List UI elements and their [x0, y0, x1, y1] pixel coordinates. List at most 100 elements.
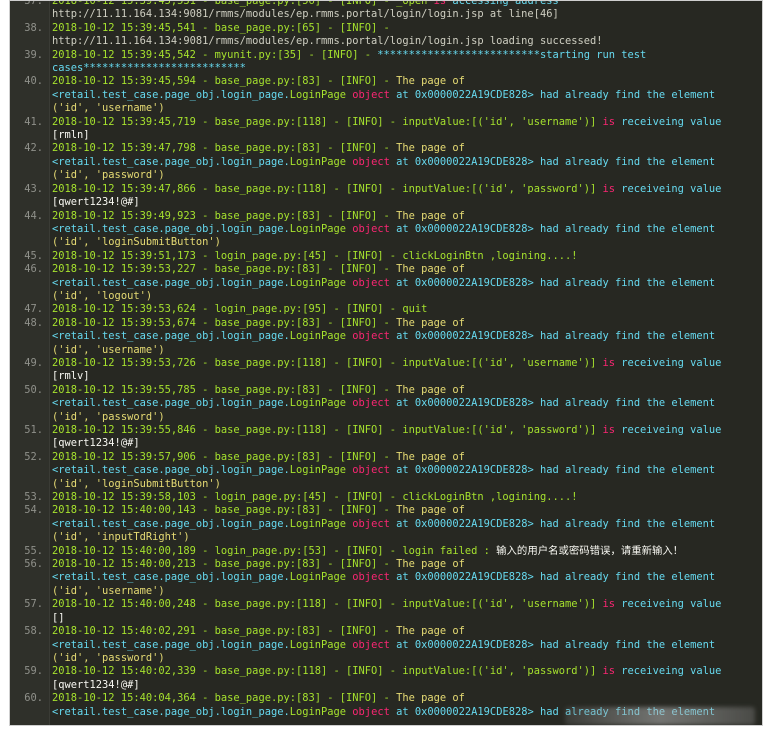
log-segment: receiveing value — [615, 115, 722, 128]
log-segment: object — [352, 276, 390, 289]
log-text: 2018-10-12 15:39:47,798 - base_page.py:[… — [49, 142, 762, 155]
log-line: ('id', 'loginSubmitButton') — [10, 478, 762, 491]
line-number — [10, 585, 49, 598]
log-line: <retail.test_case.page_obj.login_page.Lo… — [10, 518, 762, 531]
line-number: 38. — [24, 21, 43, 34]
log-segment: <retail.test_case.page_obj.login_page. — [52, 638, 290, 651]
log-segment: ('id', 'logout') — [52, 289, 153, 302]
log-text: 2018-10-12 15:39:45,531 - base_page.py:[… — [49, 0, 762, 8]
line-number — [10, 706, 49, 719]
log-segment: is — [602, 115, 616, 128]
line-number — [10, 518, 49, 531]
log-segment: is — [433, 0, 447, 7]
line-number — [10, 35, 49, 48]
line-number — [10, 169, 49, 182]
log-segment: LoginPage — [289, 397, 347, 410]
log-segment: <retail.test_case.page_obj.login_page. — [52, 517, 290, 530]
log-text: 2018-10-12 15:39:53,674 - base_page.py:[… — [49, 317, 762, 330]
log-segment: The page of — [396, 142, 465, 155]
log-segment: at 0x0000022A19CDE828> had already find … — [389, 464, 716, 477]
log-segment: at 0x0000022A19CDE828> had already find … — [389, 517, 716, 530]
log-line: 41. 2018-10-12 15:39:45,719 - base_page.p… — [10, 116, 762, 129]
log-segment: The page of — [396, 558, 465, 571]
log-segment: receiveing value — [615, 598, 722, 611]
log-text: 2018-10-12 15:39:55,846 - base_page.py:[… — [49, 424, 762, 437]
log-text: 2018-10-12 15:40:00,248 - base_page.py:[… — [49, 598, 762, 611]
log-output[interactable]: 37. 2018-10-12 15:39:45,531 - base_page.p… — [10, 0, 762, 719]
log-text: 2018-10-12 15:40:00,189 - login_page.py:… — [49, 545, 762, 558]
log-text: ('id', 'inputTdRight') — [49, 531, 762, 544]
log-segment: LoginPage — [289, 222, 347, 235]
log-segment: 2018-10-12 15:39:47,866 - base_page.py:[… — [52, 182, 603, 195]
line-number — [10, 571, 49, 584]
log-text: ('id', 'password') — [49, 169, 762, 182]
line-number: 42. — [24, 142, 43, 155]
log-segment: The page of — [396, 75, 465, 88]
log-text: [] — [49, 612, 762, 625]
line-number: 56. — [24, 558, 43, 571]
log-segment: is — [602, 356, 616, 369]
log-text: ('id', 'password') — [49, 652, 762, 665]
log-text: ('id', 'username') — [49, 102, 762, 115]
log-line: cases************************** — [10, 62, 762, 75]
log-viewer-window: 37. 2018-10-12 15:39:45,531 - base_page.p… — [9, 0, 763, 726]
log-line: 54. 2018-10-12 15:40:00,143 - base_page.p… — [10, 504, 762, 517]
log-segment: object — [352, 155, 390, 168]
log-segment: accessing address — [446, 0, 559, 7]
log-segment: at 0x0000022A19CDE828> had already find … — [389, 222, 716, 235]
log-text: ('id', 'username') — [49, 344, 762, 357]
line-number: 40. — [24, 75, 43, 88]
log-segment: object — [352, 464, 390, 477]
log-segment: 2018-10-12 15:40:00,213 - base_page.py:[… — [52, 558, 397, 571]
line-number: 60. — [24, 692, 43, 705]
log-segment: <retail.test_case.page_obj.login_page. — [52, 571, 290, 584]
log-text: 2018-10-12 15:39:53,624 - login_page.py:… — [49, 303, 762, 316]
log-text: 2018-10-12 15:39:57,906 - base_page.py:[… — [49, 451, 762, 464]
log-segment: 2018-10-12 15:39:45,719 - base_page.py:[… — [52, 115, 603, 128]
line-number — [10, 370, 49, 383]
line-number: 46. — [24, 263, 43, 276]
log-text: <retail.test_case.page_obj.login_page.Lo… — [49, 464, 762, 477]
log-line: 58. 2018-10-12 15:40:02,291 - base_page.p… — [10, 625, 762, 638]
log-line: 53. 2018-10-12 15:39:58,103 - login_page.… — [10, 491, 762, 504]
log-text: http://11.11.164.134:9081/rmms/modules/e… — [49, 35, 762, 48]
log-segment: 'username' — [95, 102, 159, 115]
log-text: 2018-10-12 15:40:00,143 - base_page.py:[… — [49, 504, 762, 517]
log-line: 42. 2018-10-12 15:39:47,798 - base_page.p… — [10, 142, 762, 155]
log-segment: The page of — [396, 504, 465, 517]
log-line: ('id', 'password') — [10, 652, 762, 665]
log-segment: 2018-10-12 15:39:45,541 - base_page.py:[… — [52, 21, 390, 34]
log-segment: ('id', 'username') — [52, 584, 165, 597]
log-segment: at 0x0000022A19CDE828> had already find … — [389, 638, 716, 651]
log-line: <retail.test_case.page_obj.login_page.Lo… — [10, 639, 762, 652]
log-segment: <retail.test_case.page_obj.login_page. — [52, 397, 290, 410]
log-line: 43. 2018-10-12 15:39:47,866 - base_page.p… — [10, 183, 762, 196]
line-number — [10, 8, 49, 21]
log-segment: cases************************** — [52, 62, 246, 75]
line-number — [10, 236, 49, 249]
log-segment: [rmlv] — [52, 370, 90, 383]
log-text: cases************************** — [49, 62, 762, 75]
log-line: 55. 2018-10-12 15:40:00,189 - login_page.… — [10, 545, 762, 558]
log-text: 2018-10-12 15:39:49,923 - base_page.py:[… — [49, 210, 762, 223]
log-text: ('id', 'loginSubmitButton') — [49, 236, 762, 249]
log-line: <retail.test_case.page_obj.login_page.Lo… — [10, 464, 762, 477]
line-number — [10, 397, 49, 410]
log-text: 2018-10-12 15:39:53,726 - base_page.py:[… — [49, 357, 762, 370]
log-line: 52. 2018-10-12 15:39:57,906 - base_page.p… — [10, 451, 762, 464]
line-number: 58. — [24, 625, 43, 638]
log-segment: [qwert1234!@#] — [52, 678, 140, 691]
log-segment: object — [352, 705, 390, 718]
line-number: 39. — [24, 48, 43, 61]
log-text: <retail.test_case.page_obj.login_page.Lo… — [49, 89, 762, 102]
log-text: 2018-10-12 15:39:45,542 - myunit.py:[35]… — [49, 49, 762, 62]
log-line: 56. 2018-10-12 15:40:00,213 - base_page.p… — [10, 558, 762, 571]
log-segment: **************************starting run t… — [377, 48, 647, 61]
log-segment: 2018-10-12 15:40:00,189 - login_page.py:… — [52, 544, 497, 557]
log-line: http://11.11.164.134:9081/rmms/modules/e… — [10, 8, 762, 21]
log-text: 2018-10-12 15:39:45,541 - base_page.py:[… — [49, 22, 762, 35]
log-text: 2018-10-12 15:39:45,719 - base_page.py:[… — [49, 116, 762, 129]
line-number: 53. — [24, 491, 43, 504]
log-line: ('id', 'username') — [10, 102, 762, 115]
log-segment: 2018-10-12 15:39:51,173 - login_page.py:… — [52, 249, 578, 262]
